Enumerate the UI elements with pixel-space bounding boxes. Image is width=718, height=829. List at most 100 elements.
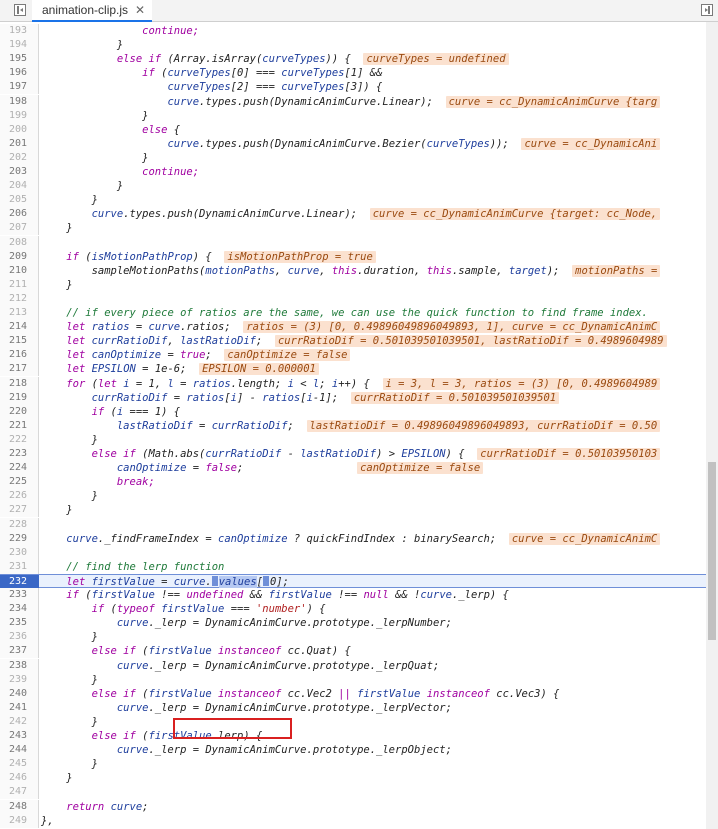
line-gutter[interactable]: 233 [0, 588, 39, 602]
line-gutter[interactable]: 217 [0, 362, 39, 377]
line-gutter[interactable]: 239 [0, 672, 39, 687]
line-gutter[interactable]: 203 [0, 165, 39, 179]
code-line[interactable]: 205 } [0, 193, 706, 208]
code-line[interactable]: 201 curve.types.push(DynamicAnimCurve.Be… [0, 136, 706, 151]
line-gutter[interactable]: 205 [0, 193, 39, 208]
line-gutter[interactable]: 204 [0, 179, 39, 194]
line-gutter[interactable]: 221 [0, 418, 39, 433]
line-gutter[interactable]: 202 [0, 150, 39, 165]
line-gutter[interactable]: 197 [0, 80, 39, 95]
code-line[interactable]: 235 curve._lerp = DynamicAnimCurve.proto… [0, 616, 706, 631]
toggle-navigator-icon[interactable] [14, 4, 26, 16]
line-gutter[interactable]: 238 [0, 658, 39, 673]
line-gutter[interactable]: 232 [0, 574, 39, 589]
vertical-scrollbar[interactable] [706, 22, 718, 829]
line-gutter[interactable]: 214 [0, 320, 39, 335]
code-line[interactable]: 219 currRatioDif = ratios[i] - ratios[i-… [0, 390, 706, 405]
scrollbar-thumb[interactable] [708, 462, 716, 640]
code-line[interactable]: 206 curve.types.push(DynamicAnimCurve.Li… [0, 207, 706, 222]
line-gutter[interactable]: 229 [0, 531, 39, 546]
line-gutter[interactable]: 231 [0, 559, 39, 574]
code-line[interactable]: 210 sampleMotionPaths(motionPaths, curve… [0, 263, 706, 278]
line-gutter[interactable]: 244 [0, 743, 39, 758]
code-line[interactable]: 236 } [0, 630, 706, 645]
line-gutter[interactable]: 249 [0, 813, 39, 828]
line-gutter[interactable]: 196 [0, 66, 39, 81]
line-gutter[interactable]: 222 [0, 432, 39, 447]
line-gutter[interactable]: 227 [0, 503, 39, 518]
line-gutter[interactable]: 240 [0, 686, 39, 701]
tab-animation-clip[interactable]: animation-clip.js ✕ [32, 0, 152, 22]
code-line[interactable]: 225 break; [0, 475, 706, 490]
code-line[interactable]: 238 curve._lerp = DynamicAnimCurve.proto… [0, 658, 706, 673]
code-line[interactable]: 199 } [0, 108, 706, 123]
code-line[interactable]: 230 [0, 545, 706, 560]
code-line[interactable]: 240 else if (firstValue instanceof cc.Ve… [0, 686, 706, 701]
line-gutter[interactable]: 230 [0, 545, 39, 560]
code-line[interactable]: 248 return curve; [0, 799, 706, 814]
code-line[interactable]: 234 if (typeof firstValue === 'number') … [0, 602, 706, 617]
code-line[interactable]: 212 [0, 291, 706, 306]
code-line[interactable]: 217 let EPSILON = 1e-6; EPSILON = 0.0000… [0, 362, 706, 377]
code-line[interactable]: 215 let currRatioDif, lastRatioDif; curr… [0, 334, 706, 349]
toggle-debugger-icon[interactable] [701, 4, 713, 16]
line-gutter[interactable]: 199 [0, 108, 39, 123]
code-line[interactable]: 196 if (curveTypes[0] === curveTypes[1] … [0, 66, 706, 81]
line-gutter[interactable]: 236 [0, 630, 39, 645]
line-gutter[interactable]: 211 [0, 277, 39, 292]
code-line[interactable]: 216 let canOptimize = true; canOptimize … [0, 348, 706, 363]
line-gutter[interactable]: 242 [0, 714, 39, 729]
line-gutter[interactable]: 228 [0, 517, 39, 532]
code-line[interactable]: 241 curve._lerp = DynamicAnimCurve.proto… [0, 700, 706, 715]
code-line[interactable]: 220 if (i === 1) { [0, 404, 706, 419]
code-line[interactable]: 198 curve.types.push(DynamicAnimCurve.Li… [0, 94, 706, 109]
line-gutter[interactable]: 216 [0, 348, 39, 363]
code-line[interactable]: 223 else if (Math.abs(currRatioDif - las… [0, 447, 706, 461]
code-line[interactable]: 224 canOptimize = false; canOptimize = f… [0, 461, 706, 476]
code-line[interactable]: 202 } [0, 150, 706, 165]
code-line[interactable]: 195 else if (Array.isArray(curveTypes)) … [0, 52, 706, 67]
line-gutter[interactable]: 212 [0, 291, 39, 306]
code-line[interactable]: 193 continue; [0, 24, 706, 38]
line-gutter[interactable]: 195 [0, 52, 39, 67]
code-line[interactable]: 229 curve._findFrameIndex = canOptimize … [0, 531, 706, 546]
code-line[interactable]: 231 // find the lerp function [0, 559, 706, 574]
line-gutter[interactable]: 210 [0, 263, 39, 278]
line-gutter[interactable]: 235 [0, 616, 39, 631]
line-gutter[interactable]: 207 [0, 221, 39, 236]
code-line[interactable]: 228 [0, 517, 706, 532]
code-line[interactable]: 233 if (firstValue !== undefined && firs… [0, 588, 706, 602]
code-line[interactable]: 204 } [0, 179, 706, 194]
line-gutter[interactable]: 247 [0, 785, 39, 800]
code-line[interactable]: 213 // if every piece of ratios are the … [0, 306, 706, 320]
line-gutter[interactable]: 245 [0, 757, 39, 772]
code-line[interactable]: 197 curveTypes[2] === curveTypes[3]) { [0, 80, 706, 95]
code-editor[interactable]: 193 continue; 194 } 195 else if (Array.isA… [0, 22, 706, 829]
code-line[interactable]: 221 lastRatioDif = currRatioDif; lastRat… [0, 418, 706, 433]
code-line[interactable]: 246 } [0, 771, 706, 786]
code-line[interactable]: 242 } [0, 714, 706, 729]
code-line-current[interactable]: 232 let firstValue = curve. values[0]; [0, 573, 706, 589]
code-line[interactable]: 245 } [0, 757, 706, 772]
line-gutter[interactable]: 219 [0, 390, 39, 405]
code-line[interactable]: 243 else if (firstValue.lerp) { [0, 729, 706, 743]
line-gutter[interactable]: 200 [0, 122, 39, 137]
line-gutter[interactable]: 201 [0, 136, 39, 151]
line-gutter[interactable]: 226 [0, 489, 39, 504]
line-gutter[interactable]: 223 [0, 447, 39, 461]
code-line[interactable]: 218 for (let i = 1, l = ratios.length; i… [0, 376, 706, 391]
line-gutter[interactable]: 194 [0, 38, 39, 53]
code-line[interactable]: 247 [0, 785, 706, 800]
line-gutter[interactable]: 225 [0, 475, 39, 490]
code-line[interactable]: 209 if (isMotionPathProp) { isMotionPath… [0, 249, 706, 264]
line-gutter[interactable]: 246 [0, 771, 39, 786]
code-line[interactable]: 203 continue; [0, 165, 706, 179]
line-gutter[interactable]: 218 [0, 376, 39, 391]
code-line[interactable]: 208 [0, 235, 706, 250]
code-line[interactable]: 244 curve._lerp = DynamicAnimCurve.proto… [0, 743, 706, 758]
code-line[interactable]: 227 } [0, 503, 706, 518]
code-line[interactable]: 237 else if (firstValue instanceof cc.Qu… [0, 644, 706, 659]
line-gutter[interactable]: 198 [0, 94, 39, 109]
close-icon[interactable]: ✕ [135, 0, 145, 21]
line-gutter[interactable]: 215 [0, 334, 39, 349]
